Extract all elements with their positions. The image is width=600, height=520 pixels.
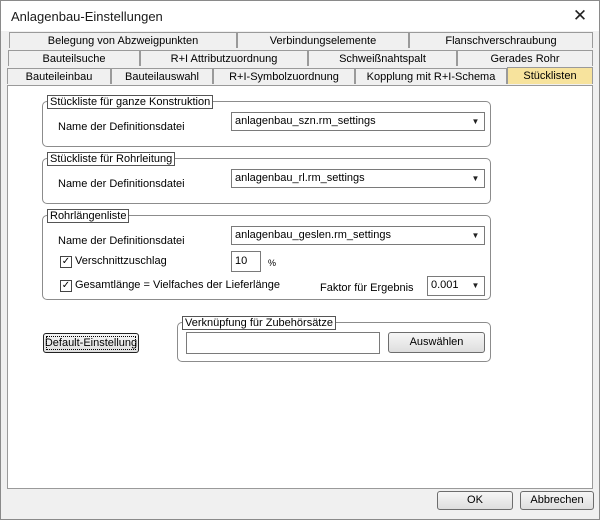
tab-verbindungselemente[interactable]: Verbindungselemente [237,32,409,48]
tab-schweissnahtspalt[interactable]: Schweißnahtspalt [308,50,457,66]
title-bar: Anlagenbau-Einstellungen ✕ [1,1,599,31]
group-rohrlaengenliste: Rohrlängenliste Name der Definitionsdate… [42,209,491,300]
stuecklisten-panel: Stückliste für ganze Konstruktion Name d… [7,85,593,489]
definitionsdatei-label: Name der Definitionsdatei [58,178,185,190]
combo-value: anlagenbau_rl.rm_settings [235,172,365,184]
tab-bauteilsuche[interactable]: Bauteilsuche [8,50,140,66]
tab-ri-attributzuordnung[interactable]: R+I Attributzuordnung [140,50,308,66]
faktor-label: Faktor für Ergebnis [320,282,414,294]
zubehoer-path-field[interactable] [186,332,380,354]
tab-flanschverschraubung[interactable]: Flanschverschraubung [409,32,593,48]
gesamtlaenge-checkbox[interactable]: ✓ [60,280,72,292]
close-icon[interactable]: ✕ [567,4,593,28]
tab-kopplung-mit-ri-schema[interactable]: Kopplung mit R+I-Schema [355,68,507,84]
konstruktion-definitionsdatei-combo[interactable]: anlagenbau_szn.rm_settings ▼ [231,112,485,131]
group-verknuepfung-zubehoersaetze: Verknüpfung für Zubehörsätze Auswählen [177,316,491,362]
group-title-konstruktion: Stückliste für ganze Konstruktion [47,95,214,109]
tab-gerades-rohr[interactable]: Gerades Rohr [457,50,593,66]
auswaehlen-button[interactable]: Auswählen [388,332,485,353]
group-title-zubehoer: Verknüpfung für Zubehörsätze [182,316,336,330]
rohrleitung-definitionsdatei-combo[interactable]: anlagenbau_rl.rm_settings ▼ [231,169,485,188]
verschnittzuschlag-checkbox[interactable]: ✓ [60,256,72,268]
rohrlaengen-definitionsdatei-combo[interactable]: anlagenbau_geslen.rm_settings ▼ [231,226,485,245]
chevron-down-icon[interactable]: ▼ [468,114,483,129]
verschnittzuschlag-input[interactable]: 10 [231,251,261,272]
input-value: 10 [235,255,248,267]
percent-unit: % [268,258,277,268]
ok-button[interactable]: OK [437,491,513,510]
tab-bauteileinbau[interactable]: Bauteileinbau [7,68,111,84]
group-title-rohrleitung: Stückliste für Rohrleitung [47,152,176,166]
group-stueckliste-rohrleitung: Stückliste für Rohrleitung Name der Defi… [42,152,491,204]
chevron-down-icon[interactable]: ▼ [468,278,483,293]
verschnittzuschlag-label: Verschnittzuschlag [75,255,167,267]
window-title: Anlagenbau-Einstellungen [11,9,163,24]
tab-stuecklisten[interactable]: Stücklisten [507,67,593,84]
combo-value: 0.001 [431,279,459,291]
tab-ri-symbolzuordnung[interactable]: R+I-Symbolzuordnung [213,68,355,84]
dialog-window: Anlagenbau-Einstellungen ✕ Belegung von … [0,0,600,520]
chevron-down-icon[interactable]: ▼ [468,171,483,186]
group-stueckliste-konstruktion: Stückliste für ganze Konstruktion Name d… [42,95,491,147]
chevron-down-icon[interactable]: ▼ [468,228,483,243]
combo-value: anlagenbau_geslen.rm_settings [235,229,391,241]
tab-bauteilauswahl[interactable]: Bauteilauswahl [111,68,213,84]
combo-value: anlagenbau_szn.rm_settings [235,115,376,127]
tab-belegung-von-abzweigpunkten[interactable]: Belegung von Abzweigpunkten [9,32,237,48]
faktor-combo[interactable]: 0.001 ▼ [427,276,485,296]
default-einstellung-button[interactable]: Default-Einstellung [43,333,139,353]
abbrechen-button[interactable]: Abbrechen [520,491,594,510]
gesamtlaenge-label: Gesamtlänge = Vielfaches der Lieferlänge [75,279,280,291]
definitionsdatei-label: Name der Definitionsdatei [58,121,185,133]
definitionsdatei-label: Name der Definitionsdatei [58,235,185,247]
group-title-rohrlaengen: Rohrlängenliste [47,209,130,223]
